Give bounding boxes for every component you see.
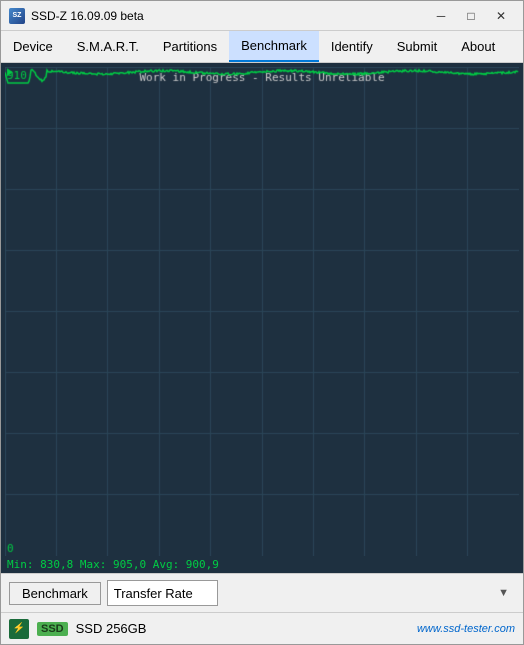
website-url: www.ssd-tester.com <box>417 623 515 635</box>
menu-partitions[interactable]: Partitions <box>151 31 229 62</box>
benchmark-button[interactable]: Benchmark <box>9 582 101 605</box>
title-bar: SZ SSD-Z 16.09.09 beta ─ □ ✕ <box>1 1 523 31</box>
menu-device[interactable]: Device <box>1 31 65 62</box>
drive-icon: ⚡ <box>9 619 29 639</box>
menu-benchmark[interactable]: Benchmark <box>229 31 319 62</box>
close-button[interactable]: ✕ <box>487 5 515 27</box>
metric-dropdown[interactable]: Transfer Rate IOPS Access Time <box>107 580 218 606</box>
chevron-down-icon: ▼ <box>498 587 509 599</box>
menu-about[interactable]: About <box>449 31 507 62</box>
status-bar: ⚡ SSD SSD 256GB www.ssd-tester.com <box>1 612 523 644</box>
bottom-controls: Benchmark Transfer Rate IOPS Access Time… <box>1 573 523 612</box>
menu-submit[interactable]: Submit <box>385 31 449 62</box>
chart-area <box>1 63 523 556</box>
chart-status: Min: 830,8 Max: 905,0 Avg: 900,9 <box>1 556 523 573</box>
window-title: SSD-Z 16.09.09 beta <box>31 9 427 23</box>
main-window: SZ SSD-Z 16.09.09 beta ─ □ ✕ Device S.M.… <box>0 0 524 645</box>
device-name: SSD 256GB <box>76 621 409 636</box>
menu-identify[interactable]: Identify <box>319 31 385 62</box>
benchmark-chart <box>5 67 519 556</box>
minimize-button[interactable]: ─ <box>427 5 455 27</box>
dropdown-wrapper: Transfer Rate IOPS Access Time ▼ <box>107 580 515 606</box>
window-controls: ─ □ ✕ <box>427 5 515 27</box>
ssd-badge: SSD <box>37 622 68 636</box>
chart-container: Min: 830,8 Max: 905,0 Avg: 900,9 <box>1 63 523 573</box>
menu-bar: Device S.M.A.R.T. Partitions Benchmark I… <box>1 31 523 63</box>
menu-smart[interactable]: S.M.A.R.T. <box>65 31 151 62</box>
app-icon: SZ <box>9 8 25 24</box>
maximize-button[interactable]: □ <box>457 5 485 27</box>
